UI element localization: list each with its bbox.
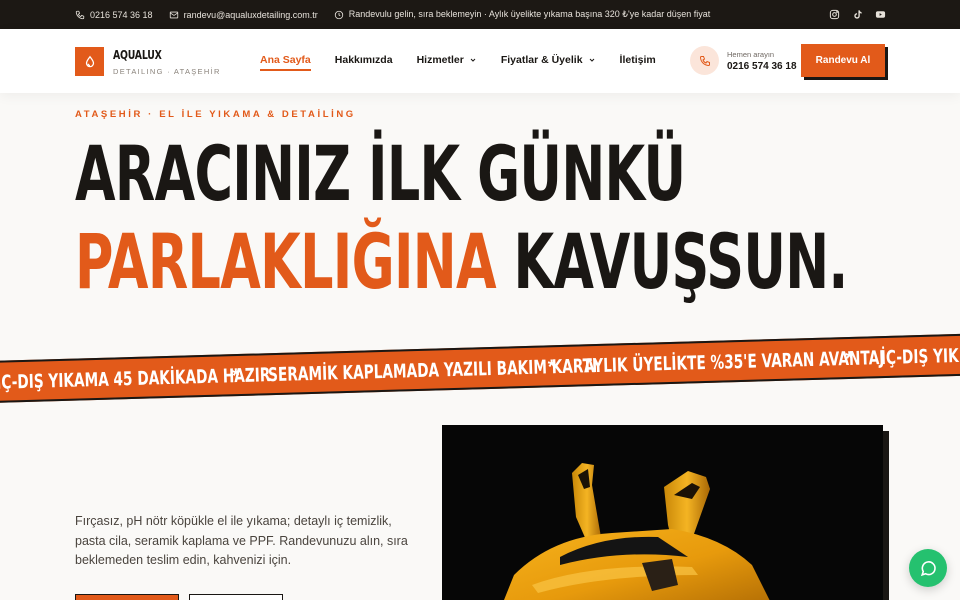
whatsapp-icon bbox=[920, 560, 936, 576]
marquee-item: İÇ-DIŞ YIKAMA 45 DAKİKADA HAZIR bbox=[0, 364, 271, 394]
nav-item-label: İletişim bbox=[619, 54, 656, 66]
nav-item-label: Hizmetler bbox=[416, 54, 464, 66]
chevron-down-icon bbox=[469, 56, 477, 64]
call-number[interactable]: 0216 574 36 18 bbox=[727, 61, 797, 72]
marquee-track: İÇ-DIŞ YIKAMA 45 DAKİKADA HAZIR * SERAMİ… bbox=[0, 339, 960, 399]
brand-tagline: DETAILING · ATAŞEHİR bbox=[113, 67, 221, 76]
call-button[interactable] bbox=[690, 46, 719, 75]
phone-icon bbox=[75, 10, 85, 20]
whatsapp-chat-button[interactable] bbox=[909, 549, 947, 587]
hero-heading-rest: KAVUŞSUN. bbox=[513, 217, 848, 306]
marquee-item: SERAMİK KAPLAMADA YAZILI BAKIM KARTI bbox=[267, 355, 598, 387]
hero-lead: Fırçasız, pH nötr köpükle el ile yıkama;… bbox=[75, 514, 408, 567]
nav-item-label: Fiyatlar & Üyelik bbox=[500, 54, 583, 66]
hero-heading-line-1: ARACINIZ İLK GÜNKÜ bbox=[75, 129, 686, 218]
nav-item-label: Hakkımızda bbox=[334, 54, 393, 66]
topbar-phone[interactable]: 0216 574 36 18 bbox=[75, 10, 153, 20]
topbar-notice: Randevulu gelin, sıra beklemeyin · Aylık… bbox=[334, 9, 710, 20]
nav-item-label: Ana Sayfa bbox=[260, 54, 311, 66]
site-header: AQUALUX DETAILING · ATAŞEHİR Ana Sayfa H… bbox=[0, 29, 960, 93]
top-info-bar: 0216 574 36 18 randevu@aqualuxdetailing.… bbox=[0, 0, 960, 29]
nav-item-about[interactable]: Hakkımızda bbox=[335, 54, 393, 66]
nav-item-home[interactable]: Ana Sayfa bbox=[260, 54, 311, 71]
hero-car-image bbox=[442, 425, 883, 600]
hero-eyebrow: ATAŞEHİR · EL İLE YIKAMA & DETAİLİNG bbox=[75, 109, 356, 120]
brand-name[interactable]: AQUALUX bbox=[113, 48, 162, 62]
appointment-button[interactable]: Randevu Al bbox=[801, 44, 885, 77]
call-label: Hemen arayın bbox=[727, 50, 775, 59]
water-drop-icon bbox=[85, 55, 94, 67]
main-nav: Ana Sayfa Hakkımızda Hizmetler Fiyatlar … bbox=[260, 54, 656, 71]
nav-item-contact[interactable]: İletişim bbox=[620, 54, 656, 66]
primary-hero-button[interactable] bbox=[75, 594, 179, 600]
hero-heading-line-2: PARLAKLIĞINA KAVUŞSUN. bbox=[75, 224, 848, 300]
nav-item-pricing[interactable]: Fiyatlar & Üyelik bbox=[501, 54, 596, 66]
promo-marquee: İÇ-DIŞ YIKAMA 45 DAKİKADA HAZIR * SERAMİ… bbox=[0, 332, 960, 404]
clock-icon bbox=[334, 10, 344, 20]
car-illustration bbox=[442, 425, 883, 600]
phone-icon bbox=[699, 55, 710, 66]
topbar-email-text: randevu@aqualuxdetailing.com.tr bbox=[183, 9, 318, 20]
tiktok-icon[interactable] bbox=[852, 9, 863, 20]
logo-mark[interactable] bbox=[75, 47, 104, 76]
hero-heading-accent: PARLAKLIĞINA bbox=[75, 217, 497, 306]
instagram-icon[interactable] bbox=[829, 9, 840, 20]
topbar-phone-text: 0216 574 36 18 bbox=[90, 9, 153, 20]
topbar-notice-text: Randevulu gelin, sıra beklemeyin · Aylık… bbox=[348, 9, 711, 19]
topbar-email[interactable]: randevu@aqualuxdetailing.com.tr bbox=[169, 10, 318, 20]
youtube-icon[interactable] bbox=[875, 9, 886, 20]
mail-icon bbox=[169, 10, 179, 20]
social-links bbox=[829, 9, 886, 20]
marquee-item: İÇ-DIŞ YIK bbox=[880, 344, 960, 370]
nav-item-services[interactable]: Hizmetler bbox=[417, 54, 477, 66]
secondary-hero-button[interactable] bbox=[189, 594, 283, 600]
chevron-down-icon bbox=[588, 56, 596, 64]
marquee-item: AYLIK ÜYELİKTE %35'E VARAN AVANTAJ bbox=[583, 347, 885, 378]
